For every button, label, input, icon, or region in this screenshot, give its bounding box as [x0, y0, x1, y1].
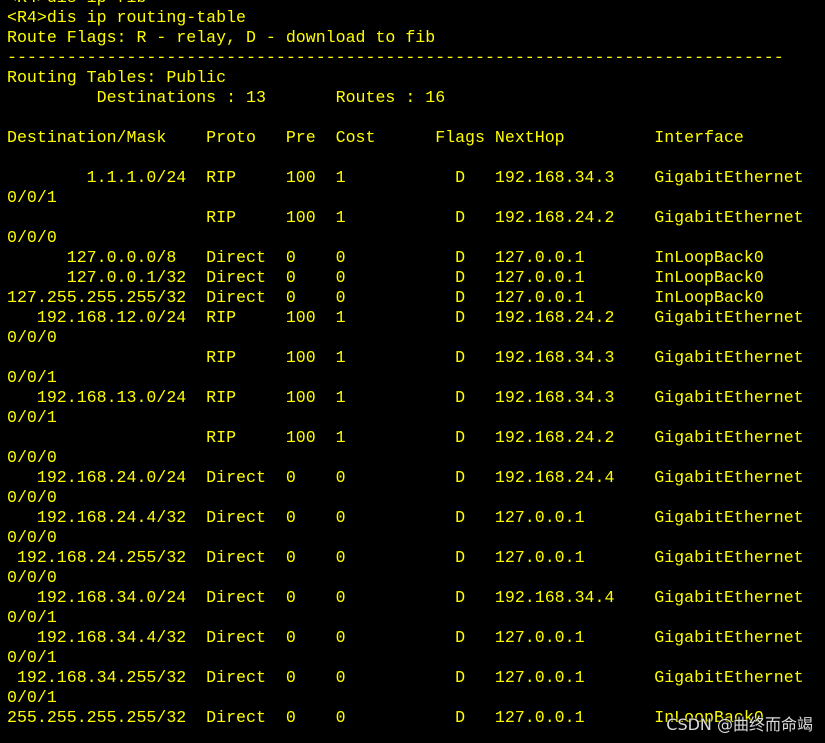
terminal-line: 127.0.0.0/8 Direct 0 0 D 127.0.0.1 InLoo… [7, 248, 764, 267]
terminal-line: <R4>dis ip fib [7, 0, 146, 8]
terminal-line: 192.168.12.0/24 RIP 100 1 D 192.168.24.2… [7, 308, 804, 327]
terminal-line: <R4>dis ip routing-table [7, 8, 246, 27]
terminal-line: 127.255.255.255/32 Direct 0 0 D 127.0.0.… [7, 288, 764, 307]
terminal-output[interactable]: <R4>dis ip fib<R4>dis ip routing-tableRo… [0, 0, 825, 743]
terminal-line: 0/0/1 [7, 368, 57, 387]
terminal-line: RIP 100 1 D 192.168.24.2 GigabitEthernet [7, 428, 804, 447]
terminal-line: 192.168.24.255/32 Direct 0 0 D 127.0.0.1… [7, 548, 804, 567]
terminal-line: 0/0/1 [7, 688, 57, 707]
terminal-line: ----------------------------------------… [7, 48, 784, 67]
terminal-line: Destinations : 13 Routes : 16 [7, 88, 446, 107]
terminal-line: 0/0/1 [7, 648, 57, 667]
terminal-line: Routing Tables: Public [7, 68, 227, 87]
terminal-line: 255.255.255.255/32 Direct 0 0 D 127.0.0.… [7, 708, 764, 727]
terminal-line: 0/0/0 [7, 448, 57, 467]
terminal-line: Destination/Mask Proto Pre Cost Flags Ne… [7, 128, 744, 147]
terminal-line: 0/0/0 [7, 488, 57, 507]
terminal-line: Route Flags: R - relay, D - download to … [7, 28, 436, 47]
terminal-line: 0/0/0 [7, 328, 57, 347]
terminal-line: 0/0/1 [7, 608, 57, 627]
terminal-line: 192.168.13.0/24 RIP 100 1 D 192.168.34.3… [7, 388, 804, 407]
terminal-line: 192.168.24.4/32 Direct 0 0 D 127.0.0.1 G… [7, 508, 804, 527]
terminal-line: 192.168.34.0/24 Direct 0 0 D 192.168.34.… [7, 588, 804, 607]
terminal-line: 127.0.0.1/32 Direct 0 0 D 127.0.0.1 InLo… [7, 268, 764, 287]
terminal-line: 0/0/0 [7, 528, 57, 547]
csdn-watermark: CSDN @曲终而命竭 [666, 715, 813, 734]
terminal-line: RIP 100 1 D 192.168.24.2 GigabitEthernet [7, 208, 804, 227]
terminal-line: RIP 100 1 D 192.168.34.3 GigabitEthernet [7, 348, 804, 367]
terminal-line: 192.168.24.0/24 Direct 0 0 D 192.168.24.… [7, 468, 804, 487]
terminal-line: 192.168.34.255/32 Direct 0 0 D 127.0.0.1… [7, 668, 804, 687]
terminal-line: 1.1.1.0/24 RIP 100 1 D 192.168.34.3 Giga… [7, 168, 804, 187]
terminal-line: 0/0/0 [7, 228, 57, 247]
terminal-line: 0/0/1 [7, 188, 57, 207]
terminal-line: 192.168.34.4/32 Direct 0 0 D 127.0.0.1 G… [7, 628, 804, 647]
terminal-line: 0/0/0 [7, 568, 57, 587]
terminal-line: 0/0/1 [7, 408, 57, 427]
